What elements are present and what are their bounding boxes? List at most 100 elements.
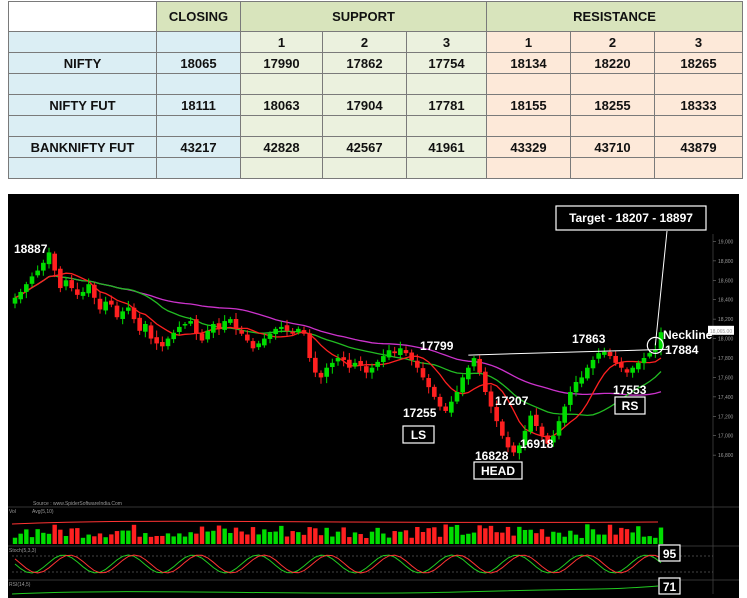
- volume-bar: [358, 534, 363, 544]
- candle-body: [636, 362, 641, 370]
- candle-body: [488, 391, 494, 407]
- volume-bar: [381, 533, 386, 544]
- candle-body: [386, 350, 392, 358]
- blank-cell: [653, 157, 744, 179]
- candle-body: [63, 280, 69, 287]
- candle-body: [443, 406, 448, 411]
- support-value: 41961: [406, 136, 487, 158]
- volume-bar: [324, 527, 329, 544]
- candle-body: [375, 361, 380, 367]
- volume-bar: [607, 524, 613, 544]
- table-row: BANKNIFTY FUT 43217 42828 42567 41961 43…: [8, 136, 744, 158]
- volume-bar: [477, 525, 482, 544]
- volume-avg-label: Avg(5,10): [32, 509, 54, 515]
- volume-bar: [403, 530, 409, 544]
- volume-bar: [369, 531, 375, 544]
- candle-body: [318, 372, 324, 378]
- volume-bar: [375, 527, 380, 544]
- stoch-value: 95: [663, 547, 677, 561]
- candle-body: [369, 367, 375, 373]
- volume-bar: [148, 536, 154, 544]
- volume-bar: [590, 529, 596, 544]
- volume-bar: [500, 532, 505, 544]
- candle-body: [24, 284, 29, 292]
- candle-body: [46, 252, 52, 265]
- price-label: 16828: [475, 449, 509, 463]
- candle-body: [426, 378, 431, 388]
- y-axis: 19,000 18,800 18,600 18,400 18,200 18,000 17,8…: [712, 234, 734, 594]
- candle-body: [228, 319, 233, 323]
- support-level-3: 3: [406, 31, 487, 53]
- candle-body: [398, 348, 403, 356]
- resistance-value: 18220: [570, 52, 655, 74]
- volume-bar: [573, 534, 579, 544]
- volume-bar: [460, 534, 465, 544]
- candle-body: [284, 325, 290, 331]
- ma-slow-line: [14, 275, 662, 396]
- candle-body: [341, 357, 346, 360]
- resistance-level-2: 2: [570, 31, 655, 53]
- support-header: SUPPORT: [240, 1, 487, 32]
- pattern-label: RS: [622, 399, 639, 413]
- candle-body: [216, 323, 222, 329]
- volume-bar: [58, 529, 63, 544]
- y-tick-label: 17,200: [718, 414, 734, 420]
- volume-bar: [562, 536, 567, 544]
- volume-bar: [86, 534, 91, 544]
- candle-body: [171, 332, 176, 340]
- candle-body: [160, 342, 165, 347]
- closing-header: CLOSING: [156, 1, 241, 32]
- candle-body: [420, 368, 426, 378]
- volume-bar: [267, 531, 273, 544]
- volume-bar: [330, 536, 335, 544]
- candle-body: [477, 358, 482, 373]
- volume-bar: [114, 531, 120, 544]
- volume-bar: [143, 533, 148, 544]
- volume-bar: [182, 536, 188, 544]
- candle-body: [364, 366, 369, 373]
- y-tick-label: 17,800: [718, 356, 734, 362]
- instrument-name: BANKNIFTY FUT: [8, 136, 157, 158]
- blank-cell: [570, 115, 655, 137]
- candle-body: [624, 369, 630, 373]
- candle-body: [449, 401, 454, 413]
- price-label: 17255: [403, 406, 437, 420]
- candle-body: [103, 301, 108, 311]
- volume-bar: [199, 526, 205, 544]
- volume-bar: [624, 529, 630, 544]
- volume-bar: [483, 528, 488, 544]
- volume-bar: [41, 532, 46, 544]
- blank-cell: [8, 157, 157, 179]
- candle-body: [324, 367, 329, 377]
- blank-cell: [322, 73, 407, 95]
- volume-bar: [307, 527, 312, 544]
- volume-bar: [29, 537, 35, 544]
- volume-bar: [126, 530, 131, 544]
- support-value: 42828: [240, 136, 323, 158]
- volume-bar: [92, 536, 97, 544]
- candle-body: [573, 381, 579, 393]
- resistance-value: 18333: [653, 94, 744, 116]
- candle-body: [35, 270, 40, 276]
- volume-bar: [290, 531, 295, 544]
- volume-bar: [641, 536, 647, 544]
- candle-body: [358, 361, 363, 366]
- candle-body: [233, 318, 239, 329]
- candle-body: [137, 317, 142, 331]
- candle-body: [69, 280, 74, 289]
- candle-body: [205, 330, 210, 340]
- candle-body: [437, 396, 443, 407]
- candle-body: [296, 328, 301, 333]
- candle-body: [562, 406, 567, 423]
- blank-cell: [8, 115, 157, 137]
- candle-body: [301, 330, 307, 334]
- volume-bar: [245, 534, 250, 544]
- candle-body: [12, 297, 18, 304]
- support-value: 17862: [322, 52, 407, 74]
- volume-bar: [420, 531, 426, 544]
- candle-body: [52, 253, 57, 271]
- closing-value: 18065: [156, 52, 241, 74]
- blank-cell: [406, 73, 487, 95]
- candle-body: [143, 324, 148, 332]
- table-corner-cell: [8, 1, 157, 32]
